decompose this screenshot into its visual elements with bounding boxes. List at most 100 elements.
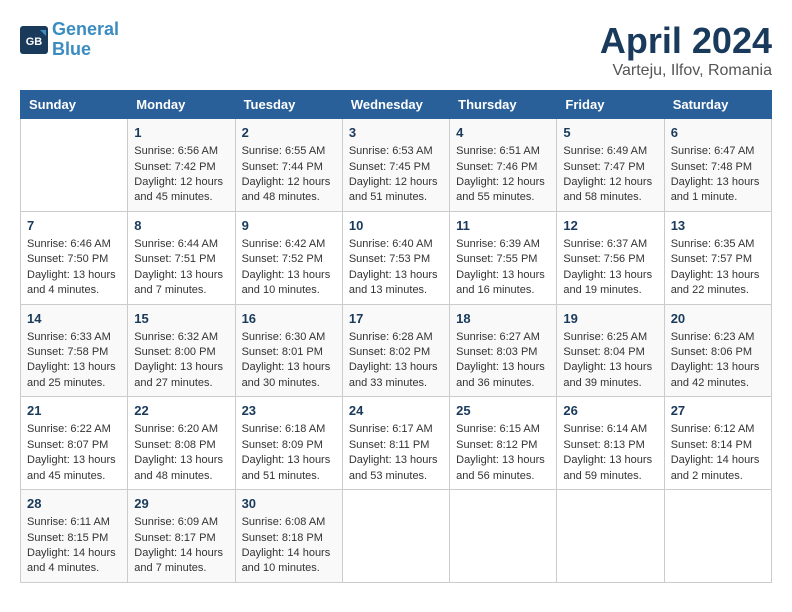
calendar-cell: 16 Sunrise: 6:30 AM Sunset: 8:01 PM Dayli… [235, 304, 342, 397]
day-info: Sunrise: 6:18 AM Sunset: 8:09 PM Dayligh… [242, 422, 336, 484]
calendar-week-row: 1 Sunrise: 6:56 AM Sunset: 7:42 PM Daylig… [21, 119, 772, 212]
day-info: Sunrise: 6:32 AM Sunset: 8:00 PM Dayligh… [134, 330, 228, 392]
day-info: Sunrise: 6:11 AM Sunset: 8:15 PM Dayligh… [27, 515, 121, 577]
day-number: 30 [242, 495, 336, 513]
calendar-cell: 8Sunrise: 6:44 AM Sunset: 7:51 PM Daylig… [128, 211, 235, 304]
calendar-cell [21, 119, 128, 212]
day-info: Sunrise: 6:28 AM Sunset: 8:02 PM Dayligh… [349, 330, 443, 392]
calendar-cell: 14Sunrise: 6:33 AM Sunset: 7:58 PM Dayli… [21, 304, 128, 397]
logo-text: GeneralBlue [52, 20, 119, 60]
day-number: 15 [134, 310, 228, 328]
location-subtitle: Varteju, Ilfov, Romania [600, 62, 772, 80]
calendar-cell: 24 Sunrise: 6:17 AM Sunset: 8:11 PM Dayli… [342, 397, 449, 490]
calendar-week-row: 7 Sunrise: 6:46 AM Sunset: 7:50 PM Daylig… [21, 211, 772, 304]
calendar-cell: 18 Sunrise: 6:27 AM Sunset: 8:03 PM Dayli… [450, 304, 557, 397]
svg-text:GB: GB [26, 36, 43, 48]
weekday-header-saturday: Saturday [664, 91, 771, 119]
calendar-cell: 2 Sunrise: 6:55 AM Sunset: 7:44 PM Daylig… [235, 119, 342, 212]
day-info: Sunrise: 6:44 AM Sunset: 7:51 PM Dayligh… [134, 237, 228, 299]
page-header: GB GeneralBlue April 2024 Varteju, Ilfov… [20, 20, 772, 80]
calendar-week-row: 21 Sunrise: 6:22 AM Sunset: 8:07 PM Dayli… [21, 397, 772, 490]
day-number: 1 [134, 124, 228, 142]
day-info: Sunrise: 6:30 AM Sunset: 8:01 PM Dayligh… [242, 330, 336, 392]
calendar-cell: 17 Sunrise: 6:28 AM Sunset: 8:02 PM Dayli… [342, 304, 449, 397]
day-info: Sunrise: 6:25 AM Sunset: 8:04 PM Dayligh… [563, 330, 657, 392]
day-info: Sunrise: 6:51 AM Sunset: 7:46 PM Dayligh… [456, 144, 550, 206]
calendar-cell [664, 490, 771, 583]
calendar-cell: 30Sunrise: 6:08 AM Sunset: 8:18 PM Dayli… [235, 490, 342, 583]
day-info: Sunrise: 6:20 AM Sunset: 8:08 PM Dayligh… [134, 422, 228, 484]
day-number: 23 [242, 402, 336, 420]
day-number: 27 [671, 402, 765, 420]
calendar-table: SundayMondayTuesdayWednesdayThursdayFrid… [20, 90, 772, 583]
calendar-week-row: 28Sunrise: 6:11 AM Sunset: 8:15 PM Dayli… [21, 490, 772, 583]
day-info: Sunrise: 6:42 AM Sunset: 7:52 PM Dayligh… [242, 237, 336, 299]
day-number: 7 [27, 217, 121, 235]
day-info: Sunrise: 6:55 AM Sunset: 7:44 PM Dayligh… [242, 144, 336, 206]
day-number: 24 [349, 402, 443, 420]
calendar-cell: 29Sunrise: 6:09 AM Sunset: 8:17 PM Dayli… [128, 490, 235, 583]
logo: GB GeneralBlue [20, 20, 119, 60]
calendar-week-row: 14Sunrise: 6:33 AM Sunset: 7:58 PM Dayli… [21, 304, 772, 397]
day-info: Sunrise: 6:40 AM Sunset: 7:53 PM Dayligh… [349, 237, 443, 299]
day-number: 3 [349, 124, 443, 142]
day-number: 11 [456, 217, 550, 235]
weekday-header-friday: Friday [557, 91, 664, 119]
calendar-cell: 20 Sunrise: 6:23 AM Sunset: 8:06 PM Dayli… [664, 304, 771, 397]
calendar-cell: 19 Sunrise: 6:25 AM Sunset: 8:04 PM Dayli… [557, 304, 664, 397]
day-number: 17 [349, 310, 443, 328]
calendar-cell [450, 490, 557, 583]
logo-icon: GB [20, 26, 48, 54]
weekday-header-thursday: Thursday [450, 91, 557, 119]
day-info: Sunrise: 6:09 AM Sunset: 8:17 PM Dayligh… [134, 515, 228, 577]
day-number: 26 [563, 402, 657, 420]
day-info: Sunrise: 6:12 AM Sunset: 8:14 PM Dayligh… [671, 422, 765, 484]
day-info: Sunrise: 6:17 AM Sunset: 8:11 PM Dayligh… [349, 422, 443, 484]
day-info: Sunrise: 6:46 AM Sunset: 7:50 PM Dayligh… [27, 237, 121, 299]
day-info: Sunrise: 6:15 AM Sunset: 8:12 PM Dayligh… [456, 422, 550, 484]
calendar-cell: 21 Sunrise: 6:22 AM Sunset: 8:07 PM Dayli… [21, 397, 128, 490]
title-block: April 2024 Varteju, Ilfov, Romania [600, 20, 772, 80]
day-number: 21 [27, 402, 121, 420]
weekday-header-sunday: Sunday [21, 91, 128, 119]
calendar-cell: 25 Sunrise: 6:15 AM Sunset: 8:12 PM Dayli… [450, 397, 557, 490]
calendar-cell: 3Sunrise: 6:53 AM Sunset: 7:45 PM Daylig… [342, 119, 449, 212]
day-number: 16 [242, 310, 336, 328]
day-info: Sunrise: 6:22 AM Sunset: 8:07 PM Dayligh… [27, 422, 121, 484]
calendar-cell [342, 490, 449, 583]
day-number: 19 [563, 310, 657, 328]
weekday-header-row: SundayMondayTuesdayWednesdayThursdayFrid… [21, 91, 772, 119]
day-number: 18 [456, 310, 550, 328]
day-number: 20 [671, 310, 765, 328]
day-number: 13 [671, 217, 765, 235]
day-number: 2 [242, 124, 336, 142]
calendar-cell: 22 Sunrise: 6:20 AM Sunset: 8:08 PM Dayli… [128, 397, 235, 490]
calendar-cell: 15 Sunrise: 6:32 AM Sunset: 8:00 PM Dayli… [128, 304, 235, 397]
weekday-header-tuesday: Tuesday [235, 91, 342, 119]
day-number: 12 [563, 217, 657, 235]
day-info: Sunrise: 6:37 AM Sunset: 7:56 PM Dayligh… [563, 237, 657, 299]
day-info: Sunrise: 6:35 AM Sunset: 7:57 PM Dayligh… [671, 237, 765, 299]
day-number: 22 [134, 402, 228, 420]
calendar-cell: 5Sunrise: 6:49 AM Sunset: 7:47 PM Daylig… [557, 119, 664, 212]
day-info: Sunrise: 6:33 AM Sunset: 7:58 PM Dayligh… [27, 330, 121, 392]
calendar-cell: 11 Sunrise: 6:39 AM Sunset: 7:55 PM Dayli… [450, 211, 557, 304]
calendar-cell: 6Sunrise: 6:47 AM Sunset: 7:48 PM Daylig… [664, 119, 771, 212]
day-number: 4 [456, 124, 550, 142]
calendar-cell: 27 Sunrise: 6:12 AM Sunset: 8:14 PM Dayli… [664, 397, 771, 490]
day-info: Sunrise: 6:27 AM Sunset: 8:03 PM Dayligh… [456, 330, 550, 392]
day-number: 6 [671, 124, 765, 142]
weekday-header-wednesday: Wednesday [342, 91, 449, 119]
day-number: 5 [563, 124, 657, 142]
day-info: Sunrise: 6:39 AM Sunset: 7:55 PM Dayligh… [456, 237, 550, 299]
day-info: Sunrise: 6:56 AM Sunset: 7:42 PM Dayligh… [134, 144, 228, 206]
day-info: Sunrise: 6:23 AM Sunset: 8:06 PM Dayligh… [671, 330, 765, 392]
calendar-cell [557, 490, 664, 583]
calendar-cell: 26 Sunrise: 6:14 AM Sunset: 8:13 PM Dayli… [557, 397, 664, 490]
calendar-cell: 9Sunrise: 6:42 AM Sunset: 7:52 PM Daylig… [235, 211, 342, 304]
calendar-cell: 28Sunrise: 6:11 AM Sunset: 8:15 PM Dayli… [21, 490, 128, 583]
calendar-cell: 7 Sunrise: 6:46 AM Sunset: 7:50 PM Daylig… [21, 211, 128, 304]
day-number: 25 [456, 402, 550, 420]
day-info: Sunrise: 6:14 AM Sunset: 8:13 PM Dayligh… [563, 422, 657, 484]
month-title: April 2024 [600, 20, 772, 62]
